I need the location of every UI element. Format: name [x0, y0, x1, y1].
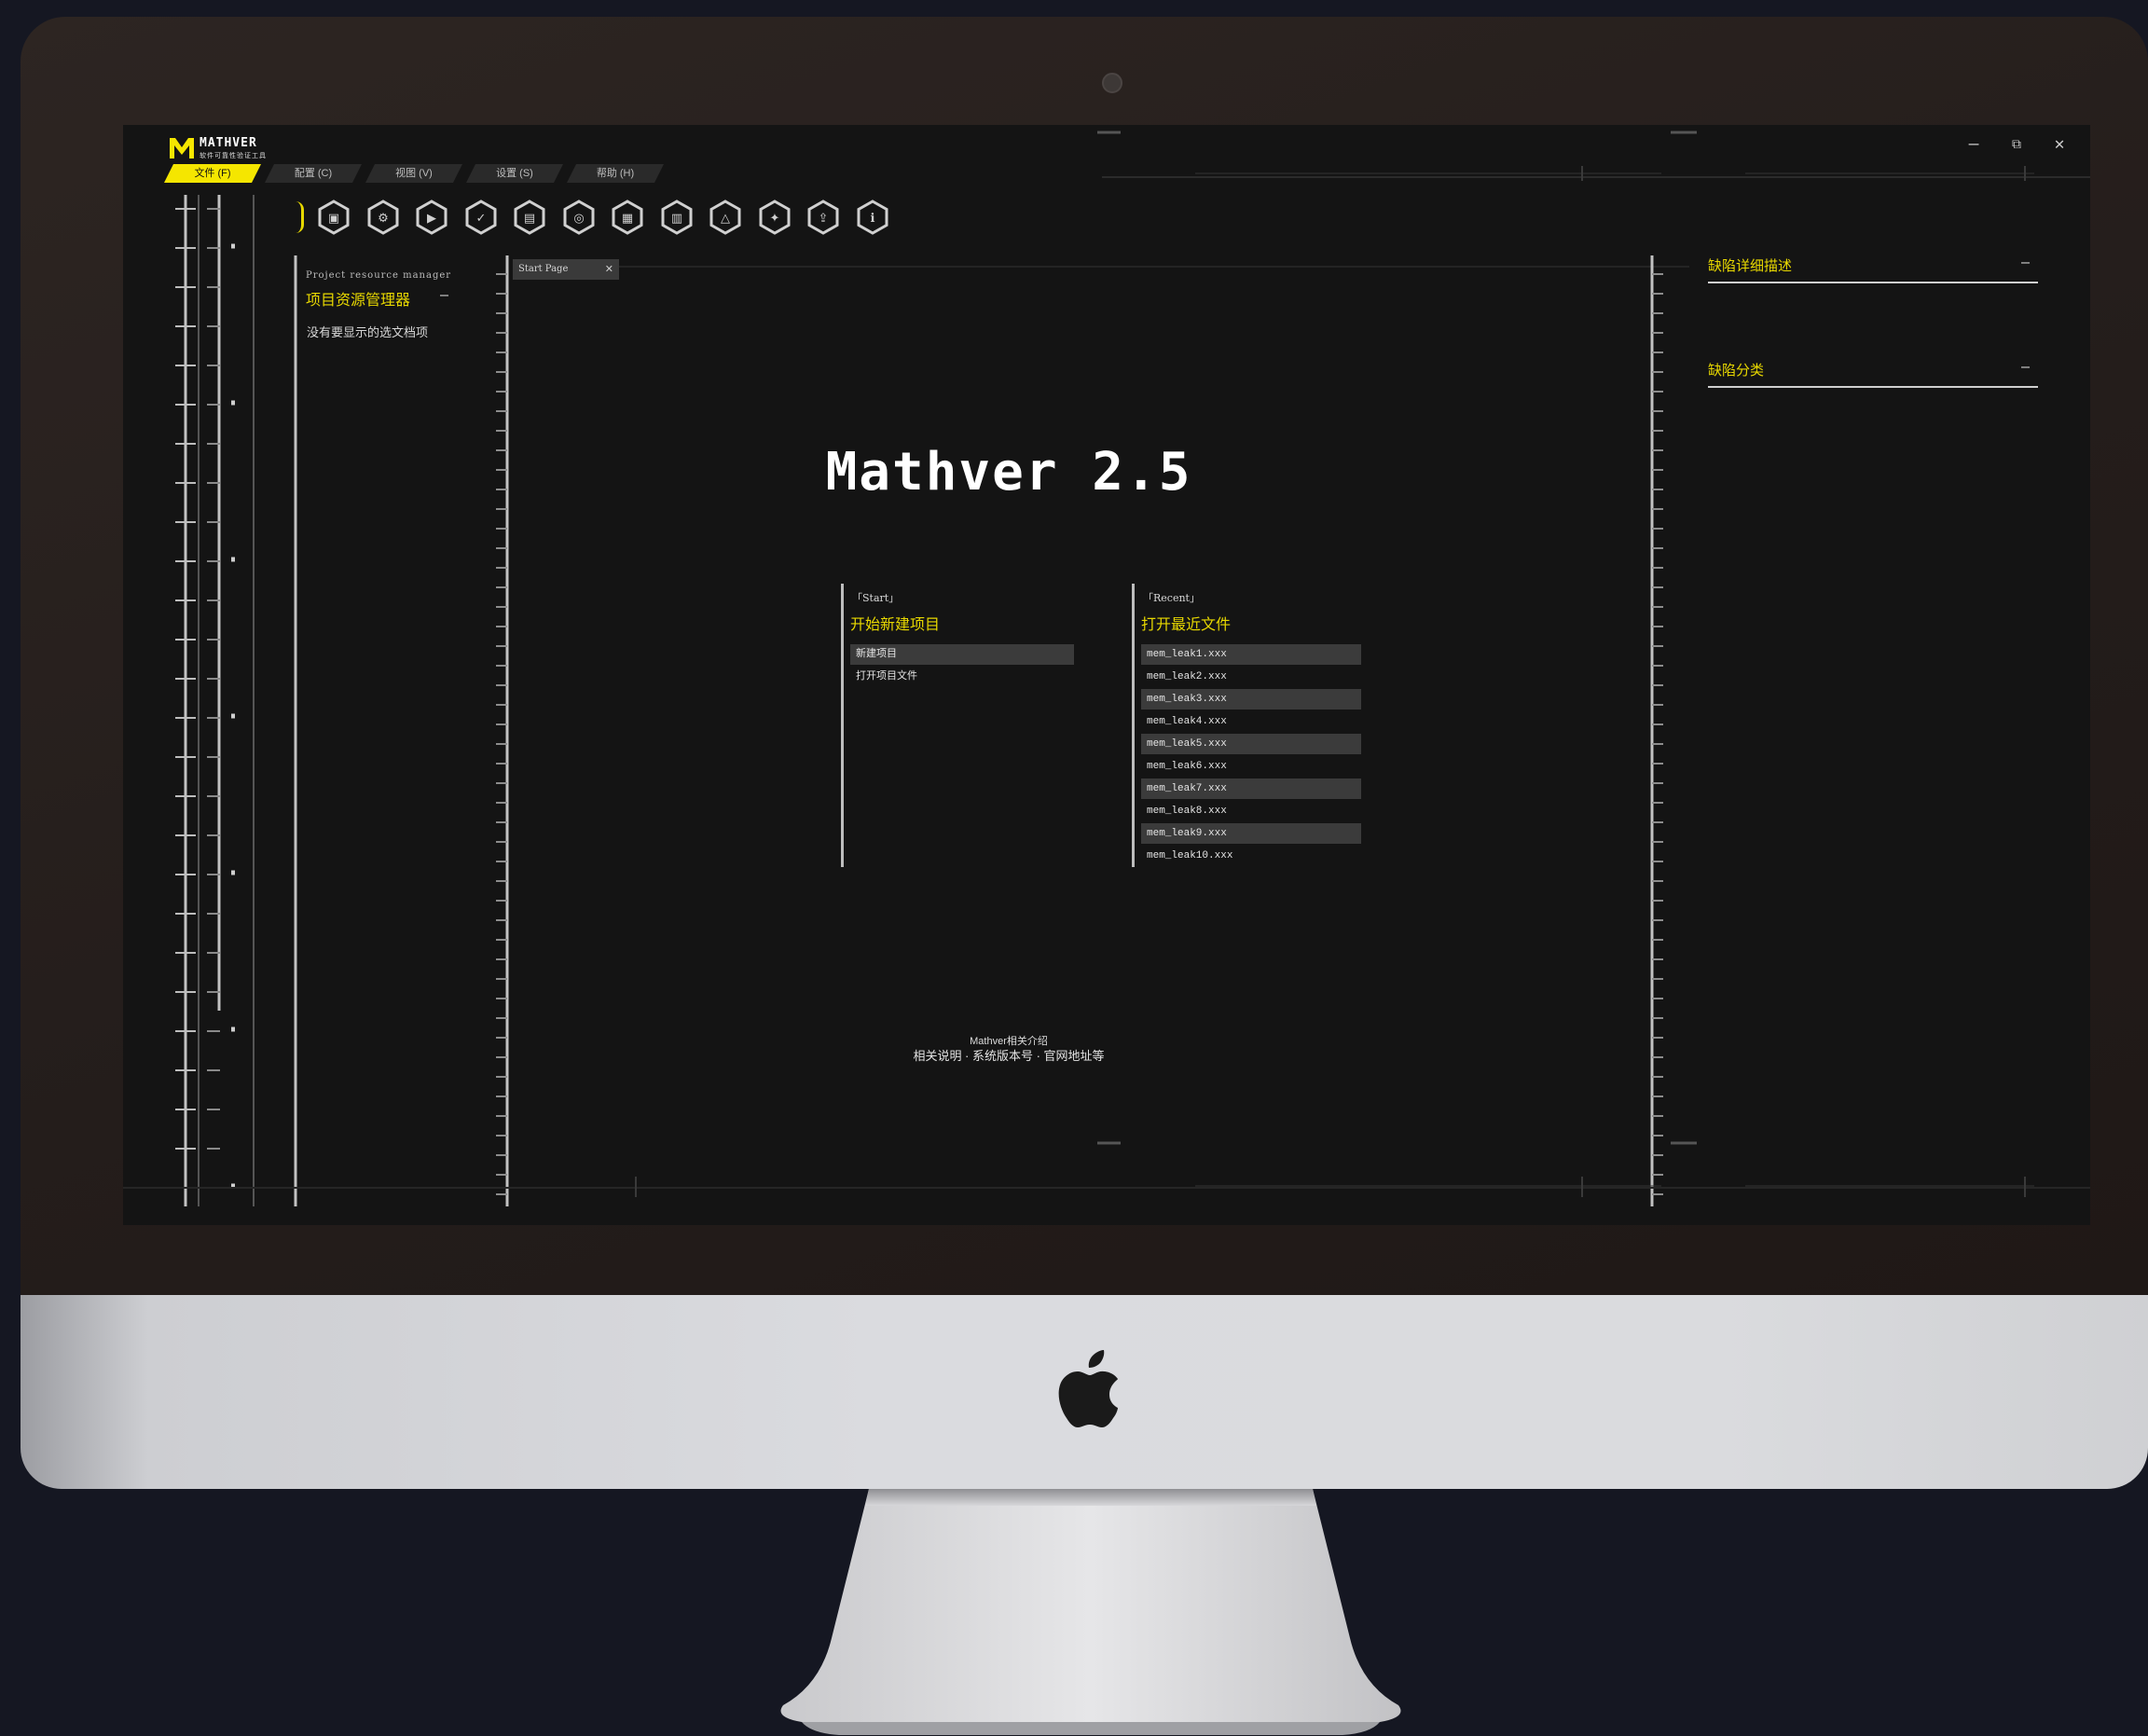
tab-close-icon[interactable]: ✕	[605, 259, 613, 280]
search-icon: ◎	[563, 200, 594, 235]
imac-bezel: MATHVER 软件可靠性验证工具 – ⧉ ✕ 文件 (F) 配置 (C) 视图…	[21, 17, 2148, 1295]
project-panel-title: 项目资源管理器	[306, 293, 411, 309]
defect-description-collapse-button[interactable]: –	[2021, 254, 2030, 270]
start-column-line	[841, 584, 844, 867]
check-icon-button[interactable]: ✓	[464, 200, 498, 235]
document-icon-button[interactable]: ▥	[660, 200, 694, 235]
play-icon: ▶	[416, 200, 448, 235]
recent-file-item[interactable]: mem_leak5.xxx	[1141, 734, 1361, 754]
defect-category-collapse-button[interactable]: –	[2021, 358, 2030, 375]
imac-stand	[780, 1489, 1401, 1735]
save-icon: ▤	[514, 200, 545, 235]
export-icon: ⇪	[807, 200, 839, 235]
defect-description-divider	[1708, 282, 2038, 283]
recent-file-item[interactable]: mem_leak9.xxx	[1141, 823, 1361, 844]
svg-text:▦: ▦	[622, 212, 633, 226]
recent-file-item[interactable]: mem_leak6.xxx	[1141, 756, 1361, 777]
svg-text:▶: ▶	[427, 212, 436, 226]
svg-text:⇪: ⇪	[819, 212, 829, 226]
svg-text:ℹ: ℹ	[870, 212, 874, 226]
recent-file-item[interactable]: mem_leak4.xxx	[1141, 711, 1361, 732]
project-panel-title-en: Project resource manager	[306, 270, 452, 281]
model-icon: ✦	[759, 200, 790, 235]
camera-icon	[1102, 73, 1122, 93]
svg-text:✦: ✦	[769, 212, 779, 226]
project-empty-message: 没有要显示的选文档项	[307, 325, 429, 339]
recent-file-item[interactable]: mem_leak8.xxx	[1141, 801, 1361, 821]
recent-tag: 「Recent」	[1143, 592, 1200, 604]
search-icon-button[interactable]: ◎	[562, 200, 596, 235]
start-tag: 「Start」	[852, 592, 900, 604]
info-icon-button[interactable]: ℹ	[856, 200, 889, 235]
bottom-decoration	[123, 1141, 2090, 1197]
warning-icon: △	[709, 200, 741, 235]
save-icon-button[interactable]: ▤	[513, 200, 546, 235]
recent-file-item[interactable]: mem_leak3.xxx	[1141, 689, 1361, 710]
defect-category-title: 缺陷分类	[1708, 363, 1765, 379]
check-icon: ✓	[465, 200, 496, 235]
recent-heading: 打开最近文件	[1141, 617, 1232, 633]
chart-icon-button[interactable]: ▦	[611, 200, 644, 235]
tab-label: Start Page	[518, 264, 569, 274]
project-panel-collapse-button[interactable]: –	[440, 286, 448, 303]
recent-file-item[interactable]: mem_leak7.xxx	[1141, 778, 1361, 799]
start-heading: 开始新建项目	[850, 617, 941, 633]
svg-text:▤: ▤	[524, 212, 535, 226]
defect-category-divider	[1708, 386, 2038, 388]
start-page-title: Mathver 2.5	[825, 442, 1192, 503]
apple-logo-icon	[1058, 1350, 1118, 1427]
svg-text:▥: ▥	[670, 212, 682, 226]
document-icon: ▥	[661, 200, 692, 235]
app-window: MATHVER 软件可靠性验证工具 – ⧉ ✕ 文件 (F) 配置 (C) 视图…	[123, 125, 2090, 1225]
model-icon-button[interactable]: ✦	[758, 200, 792, 235]
chart-icon: ▦	[612, 200, 643, 235]
recent-file-item[interactable]: mem_leak1.xxx	[1141, 644, 1361, 665]
svg-text:◎: ◎	[573, 212, 584, 226]
export-icon-button[interactable]: ⇪	[806, 200, 840, 235]
svg-text:△: △	[721, 212, 730, 226]
recent-file-item[interactable]: mem_leak2.xxx	[1141, 667, 1361, 687]
info-icon: ℹ	[857, 200, 888, 235]
defect-description-title: 缺陷详细描述	[1708, 258, 1793, 274]
tab-start-page[interactable]: Start Page ✕	[513, 259, 619, 280]
recent-column-line	[1132, 584, 1135, 867]
open-project-file-link[interactable]: 打开项目文件	[850, 667, 1074, 687]
new-project-link[interactable]: 新建项目	[850, 644, 1074, 665]
play-icon-button[interactable]: ▶	[415, 200, 448, 235]
warning-icon-button[interactable]: △	[709, 200, 742, 235]
recent-file-item[interactable]: mem_leak10.xxx	[1141, 846, 1361, 866]
svg-text:✓: ✓	[475, 212, 486, 226]
